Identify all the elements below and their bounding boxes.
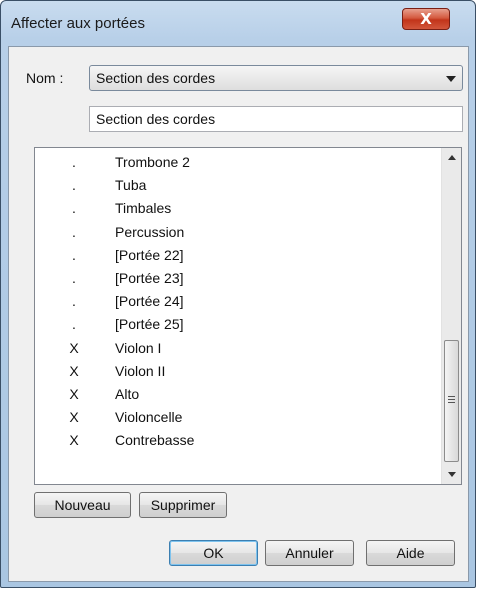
nom-dropdown-value: Section des cordes [96, 70, 216, 86]
staff-name: [Portée 23] [115, 270, 184, 286]
annuler-button[interactable]: Annuler [265, 540, 354, 566]
staff-name: Alto [115, 386, 140, 402]
assigned-mark: . [72, 270, 76, 286]
staff-name: Violon II [115, 362, 166, 379]
supprimer-button[interactable]: Supprimer [139, 492, 227, 518]
list-item[interactable]: . [Portée 24] [35, 293, 441, 316]
arrow-up-icon [448, 155, 456, 160]
staves-list[interactable]: . Trombone 2. Tuba. Timbales. Percussion. [Po… [34, 147, 462, 485]
nom-label: Nom : [26, 70, 64, 86]
name-input[interactable] [96, 111, 451, 127]
staff-name: Violoncelle [115, 409, 183, 426]
scroll-down-button[interactable] [442, 466, 461, 484]
nom-dropdown[interactable]: Section des cordes [89, 65, 463, 91]
scroll-up-button[interactable] [442, 148, 461, 166]
list-item[interactable]: X Violon II [35, 363, 441, 386]
list-item[interactable]: . Tuba [35, 177, 441, 200]
list-item[interactable]: . [Portée 22] [35, 247, 441, 270]
list-item[interactable]: X Violon I [35, 340, 441, 363]
window-title: Affecter aux portées [11, 15, 145, 32]
list-item[interactable]: X Violoncelle [35, 409, 441, 432]
vertical-scrollbar[interactable] [441, 148, 461, 484]
assigned-mark: . [72, 316, 76, 333]
arrow-down-icon [448, 472, 456, 477]
ok-button[interactable]: OK [169, 540, 258, 566]
close-icon: X [420, 10, 432, 28]
staff-name: Contrebasse [115, 432, 195, 449]
staff-name: [Portée 24] [115, 293, 184, 310]
dialog-window: Affecter aux portées X Nom : Section des… [0, 0, 476, 588]
staff-name: [Portée 22] [115, 246, 184, 263]
assigned-mark: . [72, 200, 76, 217]
grip-line [448, 399, 455, 400]
staff-name: [Portée 25] [115, 316, 184, 333]
grip-line [448, 402, 455, 403]
list-item[interactable]: . Percussion [35, 224, 441, 247]
assigned-mark: . [72, 223, 76, 240]
scroll-thumb[interactable] [444, 340, 459, 462]
assigned-mark: X [69, 339, 79, 356]
chevron-down-icon[interactable] [446, 76, 456, 82]
list-item[interactable]: . Timbales [35, 200, 441, 223]
grip-line [448, 396, 455, 397]
staff-name: Percussion [115, 223, 185, 240]
list-item[interactable]: X Alto [35, 386, 441, 409]
assigned-mark: X [69, 409, 79, 426]
assigned-mark: . [72, 293, 76, 310]
assigned-mark: . [72, 177, 76, 194]
list-item[interactable]: X Contrebasse [35, 432, 441, 455]
close-button[interactable]: X [402, 8, 450, 30]
name-field[interactable] [89, 106, 463, 132]
dialog-body: Nom : Section des cordes . Trombone 2. Tub… [8, 46, 469, 582]
assigned-mark: X [69, 432, 79, 449]
staff-name: Tuba [115, 177, 147, 194]
staff-name: Timbales [115, 200, 172, 217]
assigned-mark: X [69, 362, 79, 379]
aide-button[interactable]: Aide [366, 540, 455, 566]
list-item[interactable]: . Trombone 2 [35, 154, 441, 177]
title-bar[interactable]: Affecter aux portées X [1, 1, 475, 47]
assigned-mark: X [69, 386, 79, 402]
staff-name: Violon I [115, 339, 162, 356]
assigned-mark: . [72, 154, 76, 170]
list-item[interactable]: . [Portée 25] [35, 316, 441, 339]
assigned-mark: . [72, 246, 76, 263]
list-item[interactable]: . [Portée 23] [35, 270, 441, 293]
staff-name: Trombone 2 [115, 154, 190, 170]
nouveau-button[interactable]: Nouveau [34, 492, 131, 518]
